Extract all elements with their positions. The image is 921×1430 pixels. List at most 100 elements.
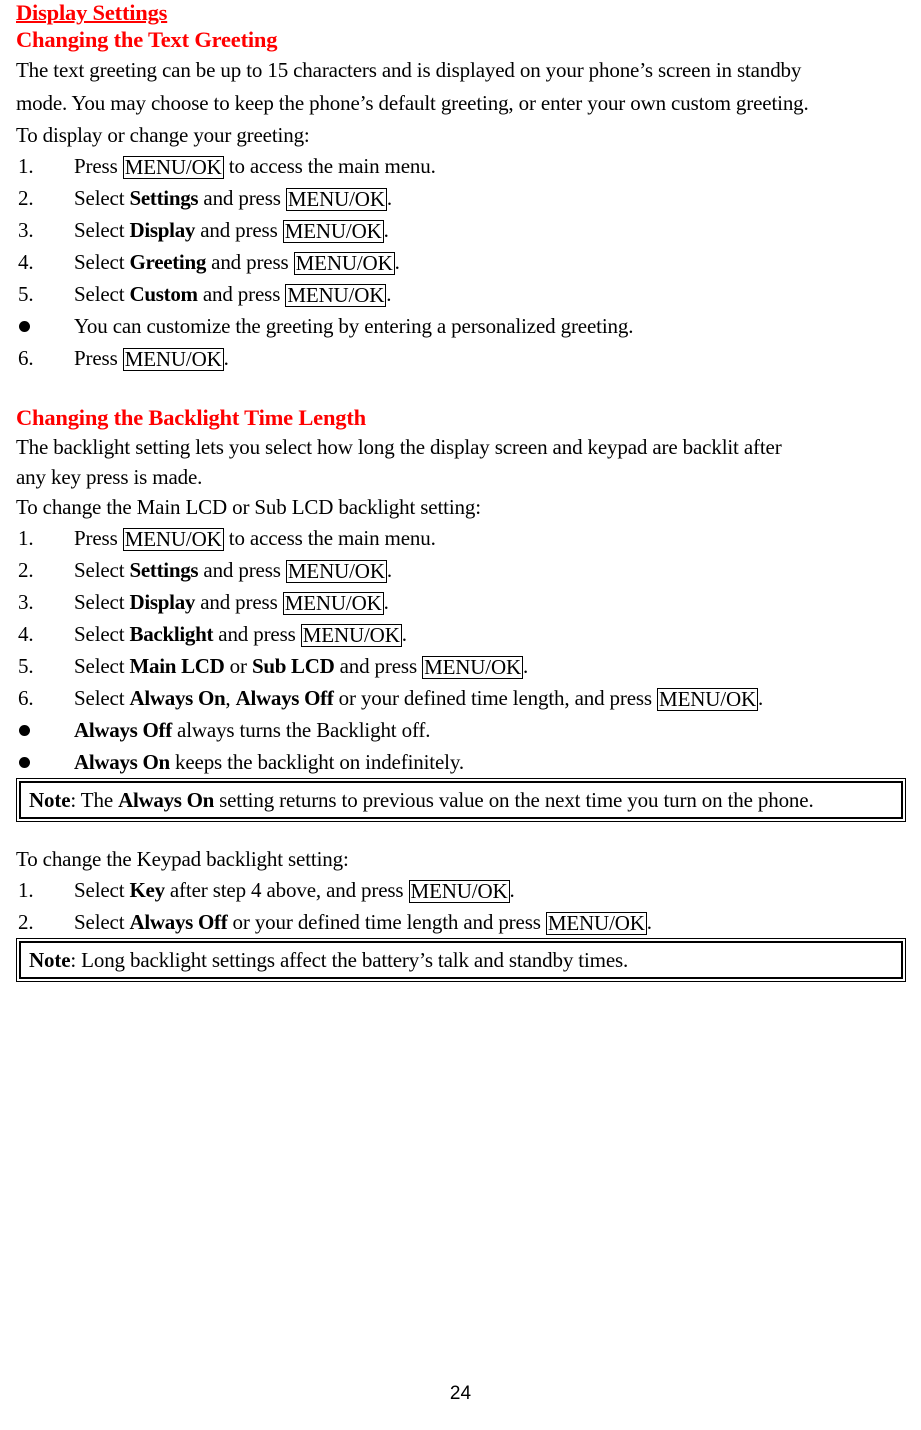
menu-term: Display (129, 218, 196, 242)
step-text-mid: or your defined time length and press (227, 910, 546, 934)
step-number: 2. (18, 910, 34, 934)
bullet-dot-icon (19, 310, 53, 342)
menu-ok-key[interactable]: MENU/OK (293, 252, 395, 276)
step-text-pre: Press (74, 526, 123, 550)
note-label: Note (29, 948, 71, 972)
menu-term: Always On (129, 686, 226, 710)
step-text-pre: Press (74, 346, 123, 370)
bullet-dot-icon (19, 714, 53, 746)
menu-term: Custom (129, 282, 199, 306)
bullet-text: You can customize the greeting by enteri… (74, 314, 634, 338)
menu-ok-key[interactable]: MENU/OK (657, 688, 758, 712)
step-number: 6. (18, 346, 34, 370)
menu-ok-key[interactable]: MENU/OK (408, 880, 510, 904)
menu-term-2: Sub LCD (251, 654, 335, 678)
backlight-steps-list: 1. Press MENU/OK to access the main menu.… (16, 522, 906, 714)
step-text-post: . (383, 590, 389, 614)
step-text-post: to access the main menu. (223, 526, 436, 550)
step-text-mid-2: or your defined time length, and press (333, 686, 658, 710)
menu-ok-key[interactable]: MENU/OK (422, 656, 524, 680)
section-heading-text-greeting: Changing the Text Greeting (16, 27, 278, 52)
backlight-bullet-list: Always Off always turns the Backlight of… (16, 714, 906, 778)
bullet-dot-icon (19, 746, 53, 778)
step-number: 1. (18, 154, 34, 178)
menu-term: Always On (74, 750, 170, 774)
step-text-pre: Select (74, 250, 130, 274)
menu-term: Settings (129, 186, 199, 210)
menu-term: Display (129, 590, 196, 614)
step-text-post: . (386, 186, 392, 210)
menu-term-2: Always Off (235, 686, 334, 710)
menu-ok-key[interactable]: MENU/OK (300, 624, 402, 648)
step-item: 4. Select Backlight and press MENU/OK. (16, 618, 906, 650)
note-text-body: : Long backlight settings affect the bat… (70, 948, 629, 972)
step-text-pre: Press (74, 154, 123, 178)
note-text-pre: : The (70, 788, 119, 812)
step-text-post: . (383, 218, 389, 242)
step-number: 5. (18, 282, 34, 306)
page-content: Display Settings Changing the Text Greet… (16, 0, 906, 982)
step-text-mid: and press (195, 218, 283, 242)
bullet-item: Always Off always turns the Backlight of… (16, 714, 906, 746)
step-item: 1. Press MENU/OK to access the main menu. (16, 150, 906, 182)
menu-ok-key[interactable]: MENU/OK (545, 912, 647, 936)
step-number: 5. (18, 654, 34, 678)
greeting-steps-list: 1. Press MENU/OK to access the main menu.… (16, 150, 906, 310)
bullet-item: You can customize the greeting by enteri… (16, 310, 906, 342)
step-text-pre: Select (74, 186, 130, 210)
step-text-post: . (758, 686, 764, 710)
step-text-post: . (386, 558, 392, 582)
menu-ok-key[interactable]: MENU/OK (122, 528, 224, 552)
greeting-paragraph-line-3: To display or change your greeting: (16, 123, 310, 147)
step-text-post: . (523, 654, 529, 678)
bullet-text: always turns the Backlight off. (171, 718, 431, 742)
step-number: 4. (18, 250, 34, 274)
step-item: 1. Select Key after step 4 above, and pre… (16, 874, 906, 906)
step-text-mid-2: and press (334, 654, 423, 678)
note-box-always-on: Note: The Always On setting returns to p… (16, 778, 906, 822)
menu-ok-key[interactable]: MENU/OK (122, 348, 224, 372)
step-number: 6. (18, 686, 34, 710)
step-text-pre: Select (74, 590, 130, 614)
step-item: 2. Select Always Off or your defined time… (16, 906, 906, 938)
step-text-pre: Select (74, 218, 130, 242)
step-item: 5. Select Main LCD or Sub LCD and press M… (16, 650, 906, 682)
menu-term: Key (129, 878, 166, 902)
step-text-mid: , (225, 686, 236, 710)
step-text-post: . (509, 878, 515, 902)
step-text-post: . (394, 250, 400, 274)
step-text-mid: and press (198, 186, 286, 210)
menu-ok-key[interactable]: MENU/OK (122, 156, 224, 180)
step-item: 3. Select Display and press MENU/OK. (16, 586, 906, 618)
menu-ok-key[interactable]: MENU/OK (285, 560, 387, 584)
step-text-mid: after step 4 above, and press (164, 878, 409, 902)
backlight-paragraph-line-1: The backlight setting lets you select ho… (16, 435, 782, 459)
menu-term: Always Off (74, 718, 172, 742)
step-text-mid: and press (198, 558, 286, 582)
menu-term: Main LCD (129, 654, 225, 678)
step-item: 6. Press MENU/OK. (16, 342, 906, 374)
menu-ok-key[interactable]: MENU/OK (285, 188, 387, 212)
menu-ok-key[interactable]: MENU/OK (285, 284, 387, 308)
step-text-post: . (386, 282, 392, 306)
step-number: 1. (18, 878, 34, 902)
step-text-mid: and press (206, 250, 294, 274)
step-text-pre: Select (74, 622, 130, 646)
step-text-post: to access the main menu. (223, 154, 436, 178)
greeting-bullet-list: You can customize the greeting by enteri… (16, 310, 906, 342)
step-item: 2. Select Settings and press MENU/OK. (16, 554, 906, 586)
menu-ok-key[interactable]: MENU/OK (282, 220, 384, 244)
section-heading-backlight-time-length: Changing the Backlight Time Length (16, 405, 366, 430)
greeting-paragraph-line-2: mode. You may choose to keep the phone’s… (16, 91, 809, 115)
step-text-pre: Select (74, 558, 130, 582)
note-text: Note: The Always On setting returns to p… (29, 785, 901, 815)
step-text-pre: Select (74, 686, 130, 710)
backlight-paragraph-line-2: any key press is made. (16, 465, 203, 489)
step-item: 3. Select Display and press MENU/OK. (16, 214, 906, 246)
keypad-steps-list: 1. Select Key after step 4 above, and pre… (16, 874, 906, 938)
menu-ok-key[interactable]: MENU/OK (282, 592, 384, 616)
step-text-pre: Select (74, 910, 130, 934)
step-text-pre: Select (74, 282, 130, 306)
menu-term: Always On (118, 788, 215, 812)
